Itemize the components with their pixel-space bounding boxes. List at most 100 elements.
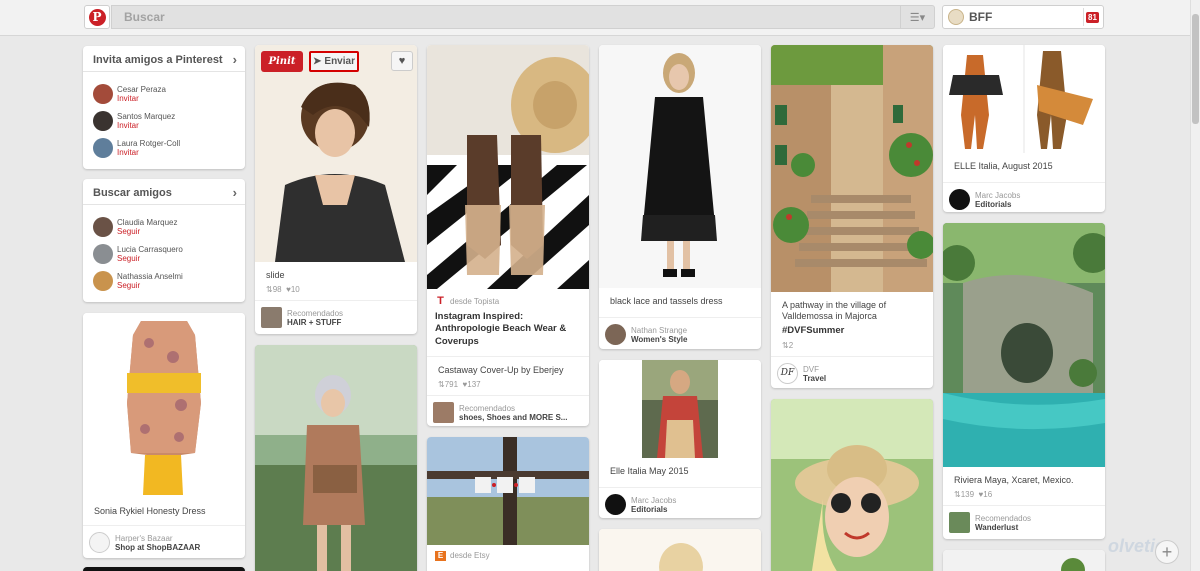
scrollbar-thumb[interactable] [1192, 14, 1199, 124]
find-friends-header[interactable]: Buscar amigos › [83, 179, 245, 205]
dvf-logo-icon: DF [777, 362, 798, 384]
like-count: 10 [290, 285, 300, 295]
repin-icon: ⇅ [954, 490, 961, 500]
pin-attribution[interactable]: Marc Jacobs Editorials [599, 487, 761, 518]
pin-attribution[interactable]: Recomendados shoes, Shoes and MORE S... [427, 395, 589, 426]
pin-card[interactable] [83, 567, 245, 571]
pin-card[interactable] [599, 529, 761, 571]
pin-image[interactable] [599, 529, 761, 571]
follow-link[interactable]: Seguir [117, 227, 245, 236]
pin-stats: ⇅139 ♥16 [943, 488, 1105, 505]
pin-image[interactable] [599, 360, 761, 458]
pin-card[interactable]: Riviera Maya, Xcaret, Mexico. ⇅139 ♥16 R… [943, 223, 1105, 539]
pin-image[interactable] [771, 45, 933, 292]
pin-card[interactable]: Elle Italia May 2015 Marc Jacobs Editori… [599, 360, 761, 518]
follow-link[interactable]: Seguir [117, 281, 245, 290]
send-button[interactable]: ➤ Enviar [309, 51, 359, 72]
invite-link[interactable]: Invitar [117, 94, 245, 103]
list-item: Nathassia Anselmi Seguir [83, 267, 245, 294]
like-button[interactable]: ♥ [391, 51, 413, 71]
pin-card[interactable]: Pinit ➤ Enviar ♥ slide ⇅98 ♥10 Recomenda… [255, 45, 417, 334]
board-name: Editorials [975, 200, 1012, 210]
pin-image[interactable] [255, 45, 417, 262]
pinner-name: Harper's Bazaar [115, 534, 173, 544]
pinner-name: Nathan Strange [631, 326, 688, 336]
pin-attribution[interactable]: Marc Jacobs Editorials [943, 182, 1105, 212]
pin-attribution[interactable]: Recomendados Wanderlust [943, 505, 1105, 539]
pin-image[interactable] [943, 223, 1105, 467]
scrollbar[interactable] [1190, 0, 1200, 571]
repin-icon: ⇅ [266, 285, 273, 295]
pin-card[interactable]: ELLE Italia, August 2015 Marc Jacobs Edi… [943, 45, 1105, 212]
avatar [605, 324, 626, 346]
pin-description: Riviera Maya, Xcaret, Mexico. [954, 475, 1074, 485]
pin-card[interactable]: black lace and tassels dress Nathan Stra… [599, 45, 761, 349]
pin-stats: ⇅2 [771, 339, 933, 356]
categories-menu-button[interactable]: ☰▾ [900, 6, 934, 28]
pinner-name: Recomendados [459, 404, 516, 414]
pin-description: slide [266, 270, 285, 280]
repin-icon: ⇅ [782, 340, 789, 350]
pin-image[interactable] [255, 345, 417, 571]
pin-description: ELLE Italia, August 2015 [954, 161, 1053, 171]
pin-it-button[interactable]: Pinit [261, 51, 303, 72]
person-name: Santos Marquez [117, 112, 176, 121]
board-name: Women's Style [631, 335, 688, 345]
person-name: Claudia Marquez [117, 218, 178, 227]
pin-card[interactable]: Tdesde Topista Instagram Inspired: Anthr… [427, 45, 589, 426]
pin-image[interactable] [943, 550, 1105, 571]
pin-card[interactable]: A pathway in the village of Valldemossa … [771, 45, 933, 388]
avatar [949, 189, 970, 211]
board-name: shoes, Shoes and MORE S... [459, 413, 568, 423]
avatar [949, 512, 970, 534]
list-item: Laura Rotger-Coll Invitar [83, 134, 245, 161]
pin-image[interactable] [943, 45, 1105, 153]
pin-image[interactable] [771, 399, 933, 571]
pin-attribution[interactable]: Nathan Strange Women's Style [599, 317, 761, 349]
avatar [605, 494, 626, 516]
menu-icon: ☰▾ [909, 11, 926, 24]
board-name: HAIR + STUFF [287, 318, 342, 328]
chevron-right-icon[interactable]: › [233, 52, 237, 67]
user-name: BFF [969, 10, 993, 24]
plus-icon: + [1161, 541, 1173, 562]
pin-source[interactable]: Tdesde Topista [427, 289, 589, 308]
pin-card[interactable] [943, 550, 1105, 571]
search-input[interactable] [112, 6, 900, 28]
pinterest-logo-button[interactable]: P [84, 5, 110, 29]
pin-image[interactable] [427, 437, 589, 545]
search-bar: ☰▾ [111, 5, 935, 29]
chevron-right-icon[interactable]: › [233, 185, 237, 200]
notifications-button[interactable]: 81 [1083, 8, 1101, 26]
pin-attribution[interactable]: Harper's Bazaar Shop at ShopBAZAAR [83, 525, 245, 558]
invite-friends-panel: Invita amigos a Pinterest › Cesar Peraza… [83, 46, 245, 169]
pin-image[interactable] [83, 313, 245, 498]
user-profile-button[interactable]: BFF 81 [942, 5, 1104, 29]
avatar [93, 217, 113, 237]
invite-friends-header[interactable]: Invita amigos a Pinterest › [83, 46, 245, 72]
avatar [93, 84, 113, 104]
pin-hashtag[interactable]: #DVFSummer [771, 325, 933, 339]
board-name: Editorials [631, 505, 668, 515]
repin-count: 98 [272, 285, 282, 295]
pin-source[interactable]: Edesde Etsy [427, 545, 589, 563]
pin-card[interactable]: Edesde Etsy [427, 437, 589, 571]
panel-title: Invita amigos a Pinterest [93, 54, 223, 66]
pin-image[interactable] [599, 45, 761, 288]
follow-link[interactable]: Seguir [117, 254, 245, 263]
add-pin-button[interactable]: + [1155, 540, 1179, 564]
pin-card[interactable]: Sonia Rykiel Honesty Dress Harper's Baza… [83, 313, 245, 558]
pin-card[interactable] [255, 345, 417, 571]
pin-stats: ⇅98 ♥10 [255, 283, 417, 300]
source-label: desde Topista [450, 297, 500, 306]
pin-attribution[interactable]: Recomendados HAIR + STUFF [255, 300, 417, 334]
invite-link[interactable]: Invitar [117, 148, 245, 157]
pin-image[interactable] [427, 45, 589, 289]
pin-attribution[interactable]: DF DVF Travel [771, 355, 933, 388]
board-name: Wanderlust [975, 523, 1019, 533]
pin-title: Instagram Inspired: Anthropologie Beach … [435, 311, 567, 347]
invite-link[interactable]: Invitar [117, 121, 245, 130]
pin-description: A pathway in the village of Valldemossa … [782, 300, 887, 322]
person-name: Nathassia Anselmi [117, 272, 183, 281]
pin-card[interactable] [771, 399, 933, 571]
